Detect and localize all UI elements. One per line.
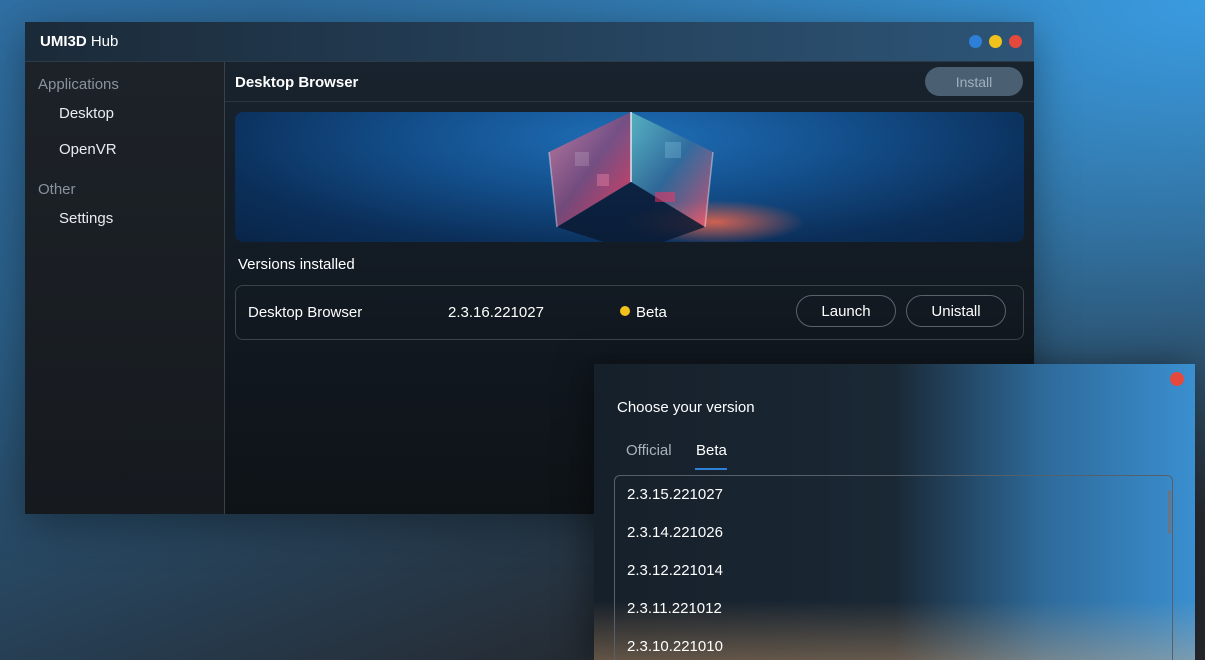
version-list[interactable]: 2.3.15.221027 2.3.14.221026 2.3.12.22101… [614, 475, 1173, 660]
version-list-item[interactable]: 2.3.11.221012 [627, 600, 722, 617]
tab-beta[interactable]: Beta [696, 442, 727, 459]
tab-official[interactable]: Official [626, 442, 672, 459]
installed-version-row: Desktop Browser 2.3.16.221027 Beta Launc… [235, 285, 1024, 340]
title-bar: UMI3D Hub [25, 22, 1034, 62]
dialog-title: Choose your version [617, 399, 755, 416]
sidebar-section-other: Other [38, 181, 76, 198]
list-scrollbar[interactable] [1168, 490, 1171, 534]
active-tab-indicator [695, 468, 727, 470]
dialog-close-button[interactable] [1170, 372, 1184, 386]
install-button[interactable]: Install [925, 67, 1023, 96]
close-button[interactable] [1009, 35, 1022, 48]
sidebar-item-desktop[interactable]: Desktop [59, 105, 114, 122]
installed-version-number: 2.3.16.221027 [448, 304, 544, 321]
maximize-button[interactable] [989, 35, 1002, 48]
versions-installed-heading: Versions installed [238, 256, 355, 273]
app-title: UMI3D Hub [40, 33, 118, 50]
content-header: Desktop Browser Install [225, 62, 1034, 102]
channel-badge: Beta [620, 304, 667, 321]
uninstall-button[interactable]: Unistall [906, 295, 1006, 327]
crystal-cube-illustration [548, 112, 805, 242]
sidebar-section-applications: Applications [38, 76, 119, 93]
minimize-button[interactable] [969, 35, 982, 48]
sidebar-item-settings[interactable]: Settings [59, 210, 113, 227]
version-list-item[interactable]: 2.3.15.221027 [627, 486, 723, 503]
page-title: Desktop Browser [235, 74, 359, 91]
version-list-item[interactable]: 2.3.12.221014 [627, 562, 723, 579]
sidebar: Applications Desktop OpenVR Other Settin… [25, 62, 225, 514]
installed-app-name: Desktop Browser [248, 304, 363, 321]
sidebar-item-openvr[interactable]: OpenVR [59, 141, 117, 158]
version-list-item[interactable]: 2.3.14.221026 [627, 524, 723, 541]
app-banner-image [235, 112, 1024, 242]
version-dialog: Choose your version Official Beta 2.3.15… [594, 364, 1195, 660]
channel-label: Beta [636, 304, 667, 321]
app-name: Hub [90, 33, 119, 50]
launch-button[interactable]: Launch [796, 295, 896, 327]
app-brand: UMI3D [40, 33, 87, 50]
version-list-item[interactable]: 2.3.10.221010 [627, 638, 723, 655]
beta-status-dot-icon [620, 306, 630, 316]
